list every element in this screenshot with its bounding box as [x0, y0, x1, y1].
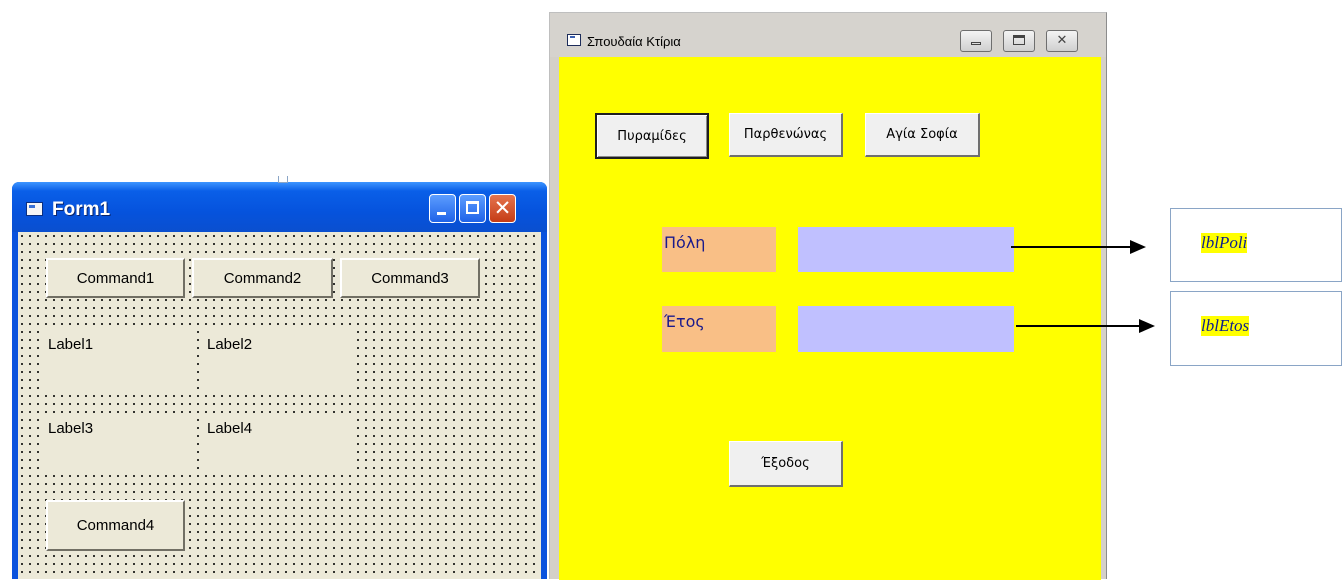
minimize-button[interactable]: [429, 194, 456, 223]
label4[interactable]: Label4: [203, 414, 351, 469]
label1[interactable]: Label1: [44, 330, 194, 395]
label3[interactable]: Label3: [44, 414, 194, 469]
lbl-etos: [798, 306, 1014, 352]
command4-button[interactable]: Command4: [46, 500, 185, 551]
callout-lblpoli-text: lblPoli: [1201, 233, 1248, 253]
arrow-poli: [1011, 246, 1131, 248]
form2-client-area: Πυραμίδες Παρθενώνας Αγία Σοφία Πόλη Έτο…: [559, 57, 1101, 580]
form2-title: Σπουδαία Κτίρια: [587, 34, 681, 49]
maximize-icon: [466, 201, 479, 214]
arrow-head-etos: [1139, 319, 1155, 333]
hagia-sophia-button[interactable]: Αγία Σοφία: [865, 113, 980, 157]
maximize-button[interactable]: [1003, 30, 1035, 52]
form1-title-bar[interactable]: Form1 ✕: [12, 182, 547, 232]
year-caption-label: Έτος: [662, 306, 776, 352]
form1-title: Form1: [52, 199, 111, 220]
lbl-poli: [798, 227, 1014, 272]
command1-button[interactable]: Command1: [46, 258, 185, 298]
parthenon-button[interactable]: Παρθενώνας: [729, 113, 843, 157]
form1-window: Form1 ✕ Command1 Command2 Command3 Label…: [12, 182, 547, 579]
form1-design-grid[interactable]: Command1 Command2 Command3 Label1 Label2…: [18, 232, 541, 579]
close-icon: ✕: [1056, 33, 1068, 48]
callout-lblpoli: lblPoli: [1170, 208, 1342, 282]
close-button[interactable]: ✕: [1046, 30, 1078, 52]
city-caption-label: Πόλη: [662, 227, 776, 272]
callout-lbletos: lblEtos: [1170, 291, 1342, 366]
great-buildings-window: Σπουδαία Κτίρια ✕ Πυραμίδες Παρθενώνας Α…: [549, 12, 1107, 580]
form-icon: [26, 202, 43, 216]
arrow-head-poli: [1130, 240, 1146, 254]
command3-button[interactable]: Command3: [340, 258, 480, 298]
close-button[interactable]: ✕: [489, 194, 516, 223]
form2-title-bar[interactable]: Σπουδαία Κτίρια ✕: [550, 13, 1106, 57]
command2-button[interactable]: Command2: [192, 258, 333, 298]
label2[interactable]: Label2: [203, 330, 351, 395]
arrow-etos: [1016, 325, 1140, 327]
close-icon: ✕: [493, 196, 512, 220]
minimize-icon: [437, 212, 446, 215]
minimize-icon: [971, 42, 981, 45]
pyramids-button[interactable]: Πυραμίδες: [595, 113, 709, 159]
form-icon: [567, 34, 581, 46]
exit-button[interactable]: Έξοδος: [729, 441, 843, 487]
maximize-button[interactable]: [459, 194, 486, 223]
callout-lbletos-text: lblEtos: [1201, 316, 1250, 336]
minimize-button[interactable]: [960, 30, 992, 52]
selection-handle: [278, 176, 288, 183]
maximize-icon: [1013, 35, 1025, 45]
